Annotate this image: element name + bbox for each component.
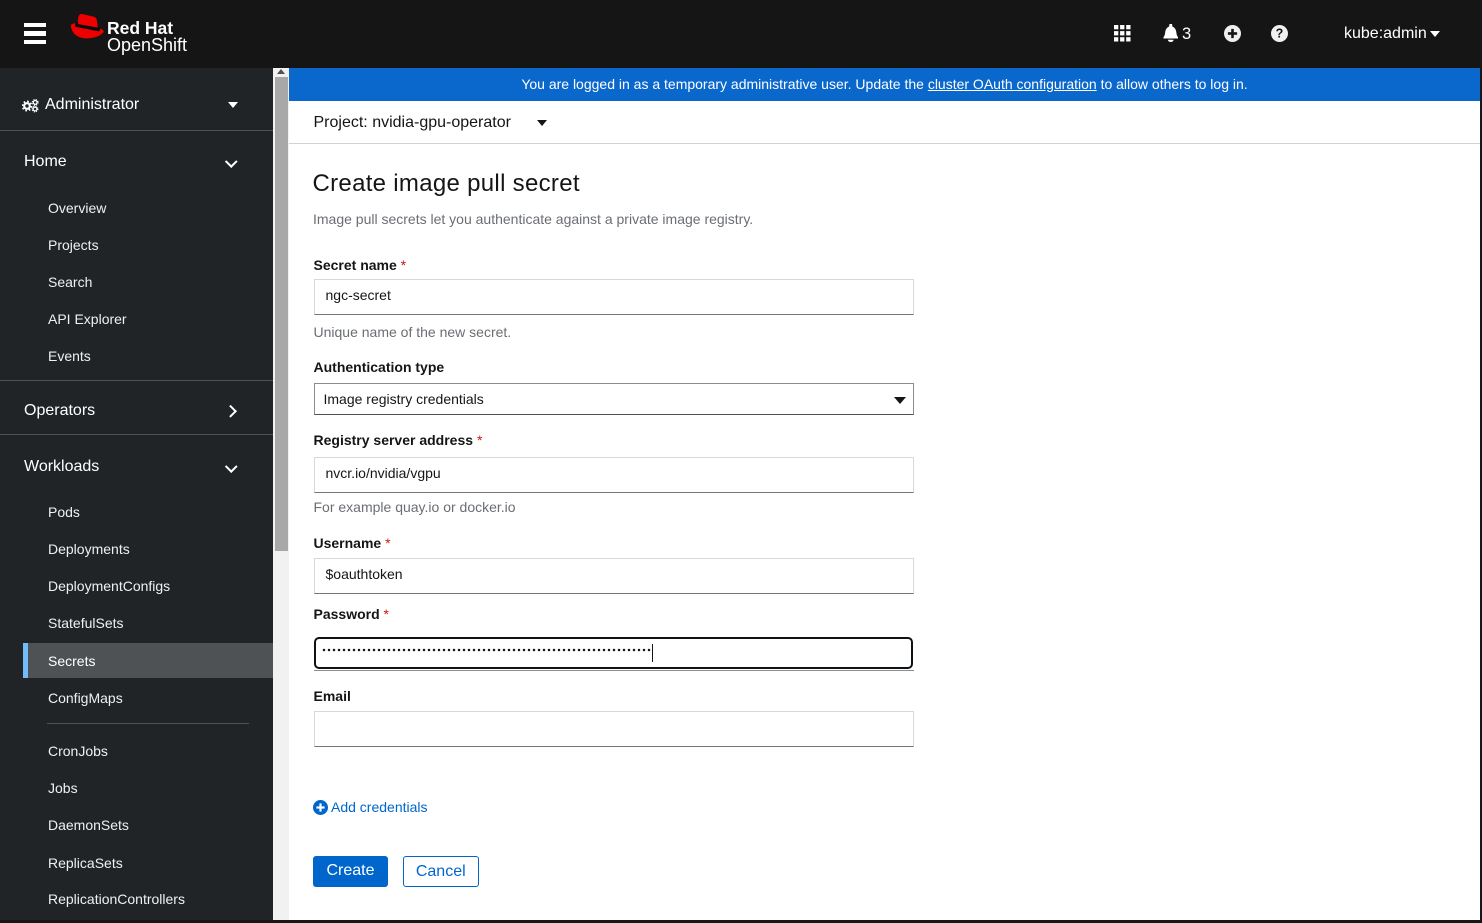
svg-text:?: ? [1276, 27, 1284, 41]
